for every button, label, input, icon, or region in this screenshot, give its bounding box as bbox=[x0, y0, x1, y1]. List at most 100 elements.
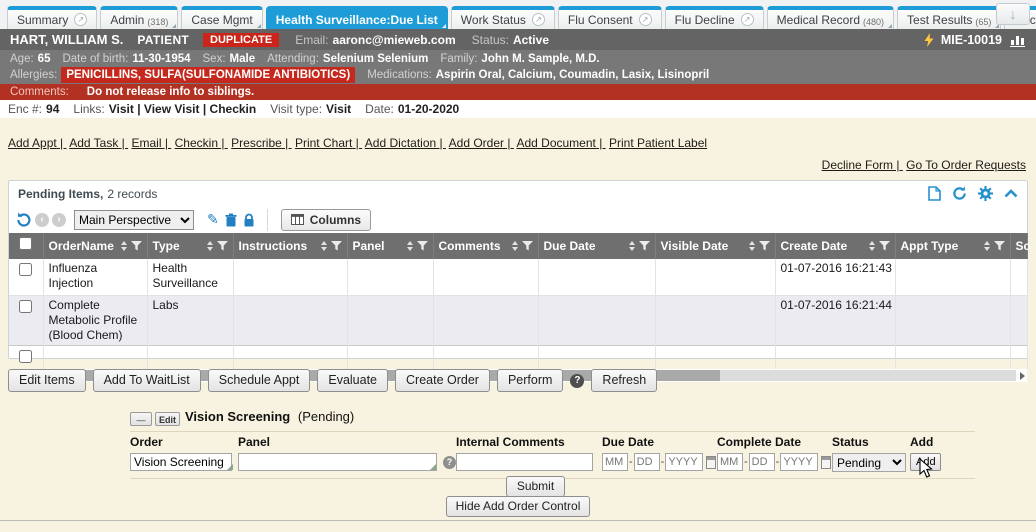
status-select[interactable]: Pending bbox=[832, 453, 906, 472]
undo-icon[interactable] bbox=[15, 212, 32, 228]
col-sc[interactable]: Sc bbox=[1016, 239, 1031, 253]
lightning-icon[interactable] bbox=[924, 33, 934, 47]
external-link-icon[interactable]: ↗ bbox=[639, 13, 652, 26]
filter-icon[interactable] bbox=[217, 241, 228, 251]
edit-order-button[interactable]: Edit bbox=[155, 412, 180, 426]
link-email[interactable]: Email bbox=[131, 136, 171, 150]
tab-admin[interactable]: Admin (318) bbox=[100, 6, 178, 29]
filter-icon[interactable] bbox=[131, 241, 142, 251]
complete-date-year-input[interactable] bbox=[780, 453, 818, 471]
link-add-order[interactable]: Add Order bbox=[449, 136, 514, 150]
tab-health-surveillance-due-list[interactable]: Health Surveillance:Due List bbox=[266, 6, 448, 29]
delete-perspective-icon[interactable] bbox=[225, 213, 237, 227]
table-row[interactable]: Complete Metabolic Profile (Blood Chem) … bbox=[9, 295, 1027, 345]
tab-flu-decline[interactable]: Flu Decline ↗ bbox=[665, 6, 764, 29]
lock-perspective-icon[interactable] bbox=[243, 213, 255, 227]
order-input[interactable] bbox=[130, 453, 232, 471]
collapse-chevron-icon[interactable] bbox=[1004, 189, 1018, 198]
sort-icon[interactable] bbox=[207, 241, 213, 251]
next-perspective-icon[interactable]: › bbox=[52, 213, 66, 227]
filter-icon[interactable] bbox=[417, 241, 428, 251]
add-to-waitlist-button[interactable]: Add To WaitList bbox=[93, 369, 201, 392]
link-go-to-order-requests[interactable]: Go To Order Requests bbox=[906, 158, 1026, 172]
tab-overflow-button[interactable]: ↓ bbox=[996, 3, 1030, 25]
sort-icon[interactable] bbox=[629, 241, 635, 251]
columns-button[interactable]: Columns bbox=[281, 209, 371, 231]
edit-items-button[interactable]: Edit Items bbox=[8, 369, 86, 392]
link-print-patient-label[interactable]: Print Patient Label bbox=[609, 136, 707, 150]
row-checkbox[interactable] bbox=[19, 350, 32, 363]
link-prescribe[interactable]: Prescribe bbox=[231, 136, 291, 150]
edit-perspective-icon[interactable]: ✎ bbox=[207, 211, 219, 228]
due-date-month-input[interactable] bbox=[602, 453, 628, 471]
col-panel[interactable]: Panel bbox=[353, 239, 385, 253]
tab-work-status[interactable]: Work Status ↗ bbox=[451, 6, 555, 29]
col-comments[interactable]: Comments bbox=[439, 239, 501, 253]
scroll-right-icon[interactable] bbox=[1020, 372, 1025, 380]
new-document-icon[interactable] bbox=[928, 186, 941, 201]
link-add-document[interactable]: Add Document bbox=[516, 136, 605, 150]
complete-date-month-input[interactable] bbox=[717, 453, 743, 471]
sort-icon[interactable] bbox=[121, 241, 127, 251]
sort-icon[interactable] bbox=[321, 241, 327, 251]
col-ordername[interactable]: OrderName bbox=[49, 239, 114, 253]
link-add-appt[interactable]: Add Appt bbox=[8, 136, 67, 150]
sort-icon[interactable] bbox=[512, 241, 518, 251]
link-decline-form[interactable]: Decline Form bbox=[822, 158, 903, 172]
create-order-button[interactable]: Create Order bbox=[395, 369, 490, 392]
tab-flu-consent[interactable]: Flu Consent ↗ bbox=[558, 6, 662, 29]
prev-perspective-icon[interactable]: ‹ bbox=[35, 213, 49, 227]
link-visit[interactable]: Visit bbox=[109, 102, 144, 116]
col-due-date[interactable]: Due Date bbox=[544, 239, 596, 253]
row-checkbox[interactable] bbox=[19, 263, 32, 276]
link-checkin[interactable]: Checkin bbox=[210, 102, 257, 116]
due-date-year-input[interactable] bbox=[665, 453, 703, 471]
panel-help-icon[interactable]: ? bbox=[443, 456, 456, 469]
due-date-day-input[interactable] bbox=[634, 453, 660, 471]
link-add-dictation[interactable]: Add Dictation bbox=[365, 136, 446, 150]
col-type[interactable]: Type bbox=[153, 239, 180, 253]
tab-medical-record[interactable]: Medical Record (480) bbox=[767, 6, 894, 29]
submit-button[interactable]: Submit bbox=[506, 476, 565, 497]
sort-icon[interactable] bbox=[749, 241, 755, 251]
link-checkin[interactable]: Checkin bbox=[175, 136, 228, 150]
calendar-icon[interactable] bbox=[706, 456, 716, 469]
filter-icon[interactable] bbox=[331, 241, 342, 251]
tab-test-results[interactable]: Test Results (65) bbox=[897, 6, 1001, 29]
evaluate-button[interactable]: Evaluate bbox=[317, 369, 388, 392]
filter-icon[interactable] bbox=[994, 241, 1005, 251]
schedule-appt-button[interactable]: Schedule Appt bbox=[208, 369, 311, 392]
link-print-chart[interactable]: Print Chart bbox=[295, 136, 362, 150]
external-link-icon[interactable]: ↗ bbox=[74, 13, 87, 26]
internal-comments-input[interactable] bbox=[456, 453, 593, 471]
select-all-checkbox[interactable] bbox=[19, 237, 32, 250]
perform-button[interactable]: Perform bbox=[497, 369, 563, 392]
col-instructions[interactable]: Instructions bbox=[239, 239, 308, 253]
link-add-task[interactable]: Add Task bbox=[69, 136, 128, 150]
bar-chart-icon[interactable] bbox=[1009, 33, 1026, 47]
hide-add-order-control-button[interactable]: Hide Add Order Control bbox=[446, 496, 591, 517]
refresh-icon[interactable] bbox=[952, 186, 967, 201]
filter-icon[interactable] bbox=[522, 241, 533, 251]
add-button[interactable]: Add bbox=[910, 453, 941, 471]
sort-icon[interactable] bbox=[984, 241, 990, 251]
help-icon[interactable]: ? bbox=[570, 374, 584, 388]
complete-date-day-input[interactable] bbox=[749, 453, 775, 471]
filter-icon[interactable] bbox=[639, 241, 650, 251]
refresh-button[interactable]: Refresh bbox=[591, 369, 657, 392]
collapse-order-button[interactable]: — bbox=[130, 412, 152, 426]
sort-icon[interactable] bbox=[407, 241, 413, 251]
tab-case-mgmt[interactable]: Case Mgmt bbox=[181, 6, 262, 29]
external-link-icon[interactable]: ↗ bbox=[741, 13, 754, 26]
external-link-icon[interactable]: ↗ bbox=[532, 13, 545, 26]
tab-summary[interactable]: Summary ↗ bbox=[7, 6, 97, 29]
filter-icon[interactable] bbox=[759, 241, 770, 251]
sort-icon[interactable] bbox=[869, 241, 875, 251]
calendar-icon[interactable] bbox=[821, 456, 831, 469]
col-visible-date[interactable]: Visible Date bbox=[661, 239, 729, 253]
perspective-select[interactable]: Main Perspective bbox=[74, 210, 194, 230]
row-checkbox[interactable] bbox=[19, 300, 32, 313]
col-appt-type[interactable]: Appt Type bbox=[901, 239, 959, 253]
panel-input[interactable] bbox=[238, 453, 437, 471]
filter-icon[interactable] bbox=[879, 241, 890, 251]
